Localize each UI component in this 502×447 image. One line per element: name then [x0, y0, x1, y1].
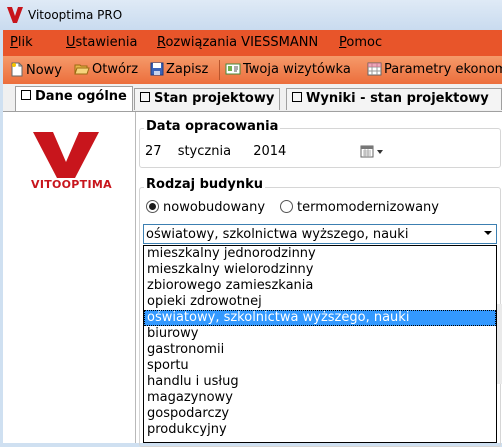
radio-termomodernizowany[interactable]: termomodernizowany [280, 200, 439, 215]
dropdown-option[interactable]: biurowy [144, 326, 496, 342]
dropdown-option[interactable]: gospodarczy [144, 406, 496, 422]
calculator-grid-icon [367, 62, 382, 76]
content-panel: VITOOPTIMA Data opracowania 27 stycznia … [3, 111, 502, 447]
dropdown-option[interactable]: mieszkalny jednorodzinny [144, 246, 496, 262]
dropdown-option[interactable]: gastronomii [144, 342, 496, 358]
save-button[interactable]: Zapisz [150, 62, 208, 80]
date-month: stycznia [177, 144, 232, 159]
title-bar: Vitooptima PRO [0, 0, 502, 30]
menu-bar: Plik Ustawienia Rozwiązania VIESSMANN Po… [3, 30, 502, 56]
menu-plik[interactable]: Plik [10, 35, 33, 50]
dropdown-option-selected[interactable]: oświatowy, szkolnictwa wyższego, nauki [144, 310, 496, 326]
tab-strip: Dane ogólne Stan projektowy Wyniki - sta… [3, 84, 502, 112]
date-year: 2014 [253, 144, 287, 159]
building-type-value: oświatowy, szkolnictwa wyższego, nauki [146, 227, 409, 242]
save-disk-icon [150, 62, 164, 76]
tab-dane-ogolne[interactable]: Dane ogólne [15, 86, 133, 112]
open-button[interactable]: Otwórz [74, 62, 138, 80]
date-picker-field[interactable]: 27 stycznia 2014 [145, 144, 286, 159]
window-title: Vitooptima PRO [28, 8, 123, 22]
menu-rozwiazania[interactable]: Rozwiązania VIESSMANN [157, 35, 318, 50]
economic-params-button[interactable]: Parametry ekonom [367, 62, 502, 80]
new-button[interactable]: Nowy [10, 62, 62, 80]
building-section-title: Rodzaj budynku [144, 177, 266, 192]
new-icon [11, 62, 23, 77]
folder-open-icon [74, 64, 90, 75]
tab-wyniki[interactable]: Wyniki - stan projektowy [286, 88, 502, 110]
dropdown-option[interactable]: mieszkalny wielorodzinny [144, 262, 496, 278]
radio-nowobudowany[interactable]: nowobudowany [146, 200, 265, 215]
toolbar-separator [219, 60, 220, 80]
tab-checkbox-icon [21, 90, 31, 100]
business-card-icon [225, 63, 241, 75]
dropdown-option[interactable]: opieki zdrowotnej [144, 294, 496, 310]
menu-ustawienia[interactable]: Ustawienia [66, 35, 137, 50]
toolbar: Nowy Otwórz Zapisz Twoja wizytówka Param… [3, 56, 502, 84]
tab-checkbox-icon [140, 92, 150, 102]
radio-circle-checked [146, 200, 159, 213]
chevron-down-icon [484, 231, 492, 235]
tab-stan-projektowy[interactable]: Stan projektowy [134, 88, 281, 110]
app-logo-icon [7, 7, 23, 23]
menu-pomoc[interactable]: Pomoc [339, 35, 382, 50]
vitooptima-logo-icon [33, 132, 99, 178]
dropdown-option[interactable]: magazynowy [144, 390, 496, 406]
date-day: 27 [145, 144, 162, 159]
dropdown-option[interactable]: zbiorowego zamieszkania [144, 278, 496, 294]
panel-divider [135, 112, 136, 443]
radio-circle [280, 200, 293, 213]
building-type-select[interactable]: oświatowy, szkolnictwa wyższego, nauki [143, 224, 497, 244]
dropdown-option[interactable]: produkcyjny [144, 422, 496, 438]
calendar-dropdown-icon[interactable] [360, 145, 386, 159]
tab-checkbox-icon [292, 92, 302, 102]
dropdown-option[interactable]: handlu i usług [144, 374, 496, 390]
date-section-title: Data opracowania [144, 119, 281, 134]
business-card-button[interactable]: Twoja wizytówka [225, 62, 351, 80]
building-type-dropdown-list[interactable]: mieszkalny jednorodzinny mieszkalny wiel… [143, 245, 497, 443]
dropdown-option[interactable]: sportu [144, 358, 496, 374]
logo-text: VITOOPTIMA [31, 178, 112, 191]
